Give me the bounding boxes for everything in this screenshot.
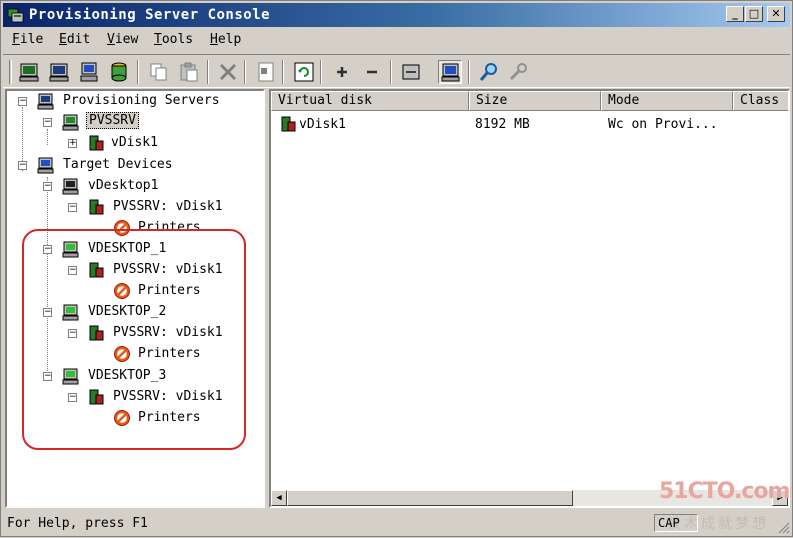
cell-size: 8192 MB [475, 117, 530, 132]
help-icon[interactable] [399, 60, 423, 84]
properties-icon[interactable] [254, 60, 278, 84]
delete-icon[interactable] [216, 60, 240, 84]
menu-help[interactable]: Help [210, 32, 241, 47]
tree-label: Target Devices [63, 157, 173, 172]
close-button[interactable]: ✕ [767, 6, 785, 22]
menu-help-label: elp [217, 32, 242, 47]
tree-node-vdisk1[interactable]: + vDisk1 [7, 133, 263, 153]
status-bar: For Help, press F1 CAP [3, 512, 790, 534]
status-text: For Help, press F1 [7, 516, 148, 531]
minimize-button[interactable]: _ [726, 6, 744, 22]
tree-node-device-disk[interactable]: − PVSSRV: vDisk1 [7, 197, 263, 217]
provisioning-server-console-window: Provisioning Server Console _ □ ✕ File E… [0, 0, 793, 537]
add-icon[interactable] [330, 60, 354, 84]
device-icon[interactable] [77, 60, 101, 84]
tree-node-pvssrv[interactable]: − PVSSRV [7, 112, 263, 132]
tree-label: vDesktop1 [88, 178, 159, 193]
column-header-virtual-disk[interactable]: Virtual disk [271, 91, 469, 111]
toolbar-grip[interactable] [9, 60, 12, 84]
paste-icon[interactable] [177, 60, 201, 84]
vdisk-icon[interactable] [107, 60, 131, 84]
menu-tools-mnemonic: T [154, 32, 162, 47]
menu-tools-label: ools [161, 32, 194, 47]
console-app-icon [7, 6, 25, 24]
column-header-size[interactable]: Size [469, 91, 601, 111]
column-header-class[interactable]: Class [733, 91, 788, 111]
tree-label: Provisioning Servers [63, 93, 220, 108]
toolbar-separator [244, 60, 246, 84]
vdisk-icon [87, 198, 105, 216]
collapse-toggle[interactable]: − [18, 161, 27, 170]
scroll-left-button[interactable]: ◀ [271, 490, 287, 506]
tree-node-provisioning-servers[interactable]: − Provisioning Servers [7, 91, 263, 111]
menu-bar: File Edit View Tools Help [3, 29, 790, 51]
toolbar-separator [468, 60, 470, 84]
tree-node-target-devices[interactable]: − Target Devices [7, 155, 263, 175]
toolbar-separator [137, 60, 139, 84]
menu-view-label: iew [114, 32, 139, 47]
maximize-button[interactable]: □ [745, 6, 763, 22]
toolbar-separator [320, 60, 322, 84]
details-pane[interactable]: Virtual disk Size Mode Class vDisk1 8192… [269, 89, 790, 508]
server-icon[interactable] [17, 60, 41, 84]
highlight-annotation [22, 229, 246, 450]
menu-edit-label: dit [66, 32, 91, 47]
copy-icon[interactable] [147, 60, 171, 84]
toolbar-separator [390, 60, 392, 84]
scroll-thumb[interactable] [287, 490, 573, 506]
menu-edit-mnemonic: E [59, 32, 67, 47]
toolbar-separator [282, 60, 284, 84]
menu-help-mnemonic: H [210, 32, 218, 47]
refresh-icon[interactable] [292, 60, 316, 84]
toolbar-separator [207, 60, 209, 84]
tree-label: vDisk1 [111, 135, 158, 150]
collapse-toggle[interactable]: − [18, 97, 27, 106]
menu-edit[interactable]: Edit [59, 32, 90, 47]
menu-file-label: ile [19, 32, 44, 47]
tree-node-device[interactable]: − vDesktop1 [7, 176, 263, 196]
cell-virtual-disk: vDisk1 [299, 117, 346, 132]
vdisk-icon [279, 115, 297, 133]
resize-grip-icon[interactable] [776, 520, 790, 534]
remove-icon[interactable] [360, 60, 384, 84]
device-view-icon[interactable] [438, 60, 462, 84]
tree-label: PVSSRV [86, 112, 139, 129]
vdisk-icon [87, 134, 105, 152]
device-group-icon [37, 156, 55, 174]
menu-file-mnemonic: F [12, 32, 20, 47]
server-icon [62, 113, 80, 131]
window-title: Provisioning Server Console [29, 7, 271, 23]
expand-toggle[interactable]: + [68, 139, 77, 148]
search-icon[interactable] [477, 60, 501, 84]
column-header-mode[interactable]: Mode [601, 91, 733, 111]
tree-label: PVSSRV: vDisk1 [113, 199, 223, 214]
collapse-toggle[interactable]: − [43, 182, 52, 191]
collapse-toggle[interactable]: − [43, 118, 52, 127]
toolbar [3, 54, 790, 88]
menu-view[interactable]: View [107, 32, 138, 47]
menu-tools[interactable]: Tools [154, 32, 193, 47]
server-group-icon [37, 92, 55, 110]
cell-mode: Wc on Provi... [608, 117, 718, 132]
title-bar[interactable]: Provisioning Server Console _ □ ✕ [3, 3, 790, 27]
caps-lock-indicator: CAP [654, 514, 698, 532]
server-stop-icon[interactable] [47, 60, 71, 84]
device-offline-icon [62, 177, 80, 195]
tools-icon[interactable] [506, 60, 530, 84]
collapse-toggle[interactable]: − [68, 203, 77, 212]
watermark-logo: 51CTO.com [659, 479, 790, 504]
menu-file[interactable]: File [12, 32, 43, 47]
menu-view-mnemonic: V [107, 32, 115, 47]
